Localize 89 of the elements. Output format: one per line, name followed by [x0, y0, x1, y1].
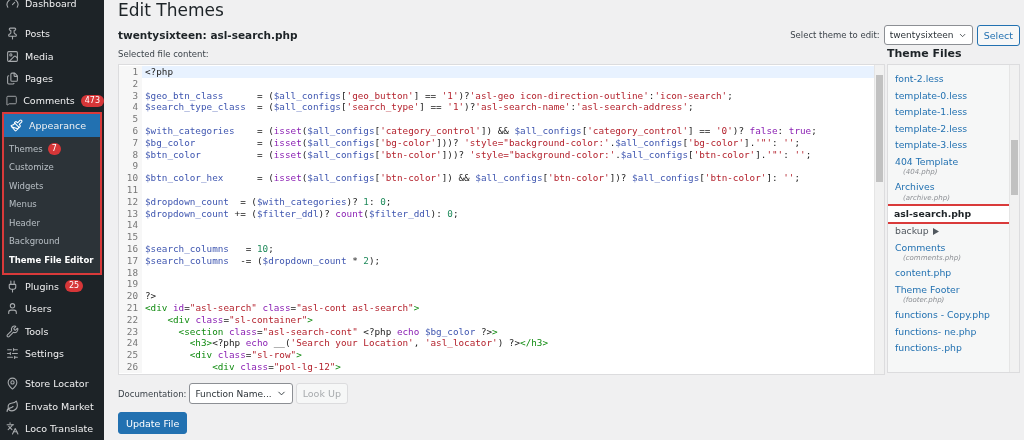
line-number: 10	[119, 172, 142, 184]
leaf-icon	[6, 399, 19, 413]
documentation-label: Documentation:	[118, 388, 187, 399]
submenu-item[interactable]: Header	[4, 213, 100, 233]
page-title: Edit Themes	[118, 0, 224, 22]
line-number: 4	[119, 101, 142, 114]
code-line: <div class="sl-row">	[188, 349, 302, 361]
file-heading: twentysixteen: asl-search.php	[118, 29, 298, 41]
sliders-icon	[6, 347, 19, 361]
code-line: ?>	[144, 290, 157, 302]
file-item[interactable]: functions - Copy.php	[888, 307, 1009, 324]
file-item[interactable]: template-2.less	[888, 120, 1009, 137]
line-number: 19	[119, 278, 142, 291]
submenu-item[interactable]: Menus	[4, 195, 100, 214]
menu-item[interactable]: Appearance	[4, 114, 100, 137]
code-line: <section class="asl-search-cont" <?php echo $bg_color ?>>	[177, 325, 498, 338]
line-number: 14	[119, 219, 142, 232]
count-badge: 25	[65, 280, 84, 293]
menu-item[interactable]: Envato Market	[0, 395, 104, 418]
file-item[interactable]: template-1.less	[888, 104, 1009, 121]
line-number: 9	[119, 160, 142, 173]
code-line: <?php	[144, 66, 173, 78]
image-icon	[6, 49, 19, 63]
line-number: 25	[119, 349, 142, 361]
theme-select-label: Select theme to edit:	[790, 30, 880, 40]
menu-item[interactable]: Dashboard	[0, 0, 104, 15]
code-line: $search_type_class = ($all_configs['search_type'] == '1')?'asl-search-name':'asl-search-address';	[144, 101, 694, 114]
submenu-item[interactable]: Theme File Editor	[4, 250, 100, 270]
file-item[interactable]: asl-search.php	[888, 205, 1009, 222]
menu-item[interactable]: Pages	[0, 67, 104, 90]
user-icon	[6, 302, 19, 316]
map-pin-icon	[6, 377, 19, 391]
theme-files-heading: Theme Files	[887, 48, 963, 62]
file-item[interactable]: template-0.less	[888, 87, 1009, 104]
code-line: $btn_color_hex = (isset($all_configs['btn-color']) && $all_configs['btn-color'])? $all_configs['btn-color']: '';	[144, 172, 801, 184]
file-item[interactable]: font-2.less	[888, 71, 1009, 88]
update-file-button[interactable]: Update File	[118, 412, 188, 434]
code-line: <div class="pol-lg-12">	[211, 360, 341, 373]
menu-item[interactable]: Tools	[0, 319, 104, 343]
count-badge: 7	[47, 142, 61, 155]
pages-icon	[6, 71, 19, 85]
theme-select[interactable]: twentysixteen	[883, 25, 973, 45]
menu-item[interactable]: Posts	[0, 22, 104, 45]
code-line: $search_columns = 10;	[144, 242, 274, 255]
code-line: $btn_color = (isset($all_configs['btn-color']))? 'style="background-color:'.$all_configs['btn-color'].'"': '';	[144, 148, 812, 161]
code-editor[interactable]	[118, 64, 885, 375]
code-line: $search_columns -= ($dropdown_count * 2);	[144, 254, 381, 267]
menu-item[interactable]: Plugins 25	[0, 275, 104, 298]
translate-icon	[6, 422, 19, 436]
code-line: $dropdown_count += ($filter_ddl)? count($filter_ddl): 0;	[144, 207, 459, 220]
plug-icon	[6, 279, 19, 293]
content-label: Selected file content:	[118, 48, 210, 61]
menu-item[interactable]: Loco Translate	[0, 417, 104, 440]
line-number: 5	[119, 113, 142, 125]
submenu-item[interactable]: Customize	[4, 158, 100, 177]
code-line: $geo_btn_class = ($all_configs['geo_button'] == '1')?'asl-geo icon-direction-outline':'icon-search';	[144, 89, 733, 102]
submenu-item[interactable]: Background	[4, 232, 100, 251]
file-item[interactable]: template-3.less	[888, 137, 1009, 154]
line-number: 20	[119, 290, 142, 302]
menu-item[interactable]: Store Locator	[0, 372, 104, 396]
count-badge: 473	[80, 94, 104, 107]
code-line: $with_categories = (isset($all_configs['category_control']) && $all_configs['category_control'] == '0')? false: true;	[144, 125, 817, 137]
submenu-item[interactable]: Themes 7	[4, 139, 100, 159]
folder-item[interactable]: backup	[888, 223, 1009, 240]
line-number: 24	[119, 337, 142, 350]
pin-icon	[6, 27, 19, 41]
code-line: <h3><?php echo __('Search your Location', 'asl_locator') ?></h3>	[188, 337, 549, 350]
menu-item[interactable]: Media	[0, 44, 104, 68]
menu-item[interactable]: Settings	[0, 342, 104, 365]
code-line: $bg_color = (isset($all_configs['bg-color']))? 'style="background-color:'.$all_configs['bg-color'].'"': '';	[144, 136, 801, 149]
line-number: 1	[119, 66, 142, 78]
scrollbar[interactable]	[1009, 65, 1019, 372]
file-item[interactable]: functions-.php	[888, 340, 1009, 357]
function-select[interactable]: Function Name...	[189, 383, 293, 404]
scrollbar[interactable]	[874, 65, 884, 374]
dashboard-icon	[6, 0, 19, 10]
menu-item[interactable]: Users	[0, 297, 104, 320]
select-button[interactable]: Select	[976, 24, 1020, 46]
speech-bubble-icon	[6, 94, 18, 108]
code-line: $dropdown_count = ($with_categories)? 1: 0;	[144, 195, 392, 208]
code-line: <div class="sl-container">	[166, 313, 313, 326]
wrench-icon	[6, 324, 19, 338]
paintbrush-icon	[10, 118, 23, 132]
file-item[interactable]: content.php	[888, 265, 1009, 282]
submenu-item[interactable]: Widgets	[4, 176, 100, 196]
menu-item[interactable]: Comments 473	[0, 89, 104, 113]
file-item[interactable]: functions- ne.php	[888, 323, 1009, 340]
code-line: <div id="asl-search" class="asl-cont asl-search">	[144, 301, 420, 314]
line-number: 15	[119, 231, 142, 243]
